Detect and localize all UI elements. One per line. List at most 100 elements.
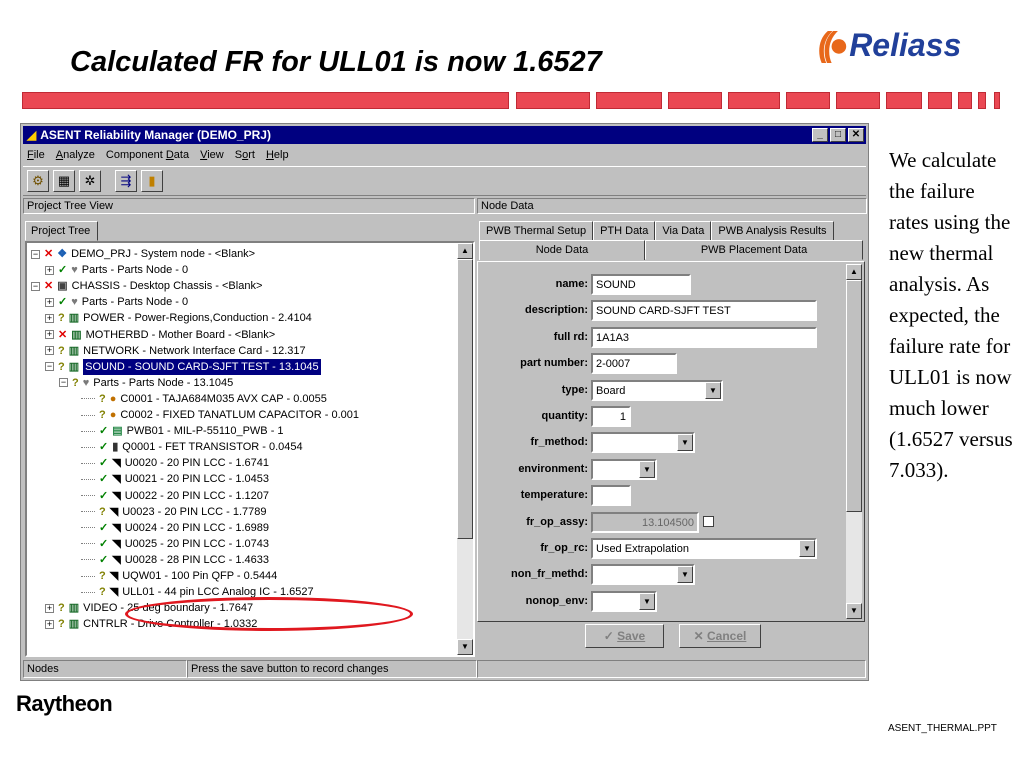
tree-row[interactable]: +? ▥ NETWORK - Network Interface Card - 12… <box>45 343 306 359</box>
dropdown-arrow-icon[interactable]: ▼ <box>677 566 693 584</box>
name-field[interactable]: SOUND <box>591 274 691 295</box>
field-label: part number: <box>520 357 588 370</box>
tree-row[interactable]: ✓ ◥ U0020 - 20 PIN LCC - 1.6741 <box>81 455 269 471</box>
tree-row[interactable]: + ✕ ▥ MOTHERBD - Mother Board - <Blank> <box>45 327 275 343</box>
tree-row[interactable]: + ✓ ♥ Parts - Parts Node - 0 <box>45 262 188 278</box>
report-icon[interactable]: ⇶ <box>115 170 137 192</box>
form-scroll-thumb[interactable] <box>846 280 862 512</box>
bottom-tab-row: Node Data PWB Placement Data <box>479 240 863 260</box>
tab-pwb-thermal-setup[interactable]: PWB Thermal Setup <box>479 221 594 241</box>
gear-icon[interactable]: ✲ <box>79 170 101 192</box>
close-button[interactable]: ✕ <box>848 128 864 142</box>
tree-row[interactable]: − ✕ ▣ CHASSIS - Desktop Chassis - <Blank> <box>31 278 262 294</box>
tree-row[interactable]: ✓ ◥ U0024 - 20 PIN LCC - 1.6989 <box>81 520 269 536</box>
tab-project-tree[interactable]: Project Tree <box>25 221 98 241</box>
tree-connector <box>81 591 95 593</box>
fr-method-field[interactable]: ▼ <box>591 432 695 454</box>
quantity-field[interactable]: 1 <box>591 406 631 427</box>
menu-analyze[interactable]: Analyze <box>56 149 95 161</box>
part-number-field[interactable]: 2-0007 <box>591 353 677 375</box>
minimize-button[interactable]: _ <box>812 128 828 142</box>
window-titlebar[interactable]: ◢ ASENT Reliability Manager (DEMO_PRJ) _… <box>23 126 866 144</box>
collapse-icon[interactable]: − <box>31 249 40 259</box>
scroll-thumb[interactable] <box>457 259 473 539</box>
full-rd-field[interactable]: 1A1A3 <box>591 326 817 348</box>
parts-icon[interactable]: ⚙ <box>27 170 49 192</box>
tree-connector <box>81 414 95 416</box>
tree-row[interactable]: ✓ ▤ PWB01 - MIL-P-55110_PWB - 1 <box>81 423 284 439</box>
tree-row[interactable]: +? ▥ POWER - Power-Regions,Conduction - 2.… <box>45 310 312 326</box>
form-scrollbar[interactable]: ▲ ▼ <box>846 264 862 619</box>
menu-component-data[interactable]: Component Data <box>106 149 189 161</box>
tree-row[interactable]: ✓ ▮ Q0001 - FET TRANSISTOR - 0.0454 <box>81 439 303 455</box>
tree-row[interactable]: − ✕ ❖ DEMO_PRJ - System node - <Blank> <box>31 246 255 262</box>
tree-scrollbar[interactable]: ▲ ▼ <box>457 243 473 655</box>
tree-row[interactable]: ✓ ◥ U0021 - 20 PIN LCC - 1.0453 <box>81 471 269 487</box>
maximize-button[interactable]: □ <box>830 128 846 142</box>
collapse-icon[interactable]: − <box>59 378 68 388</box>
tree-row-label: PWB01 - MIL-P-55110_PWB - 1 <box>126 425 284 438</box>
dropdown-arrow-icon[interactable]: ▼ <box>799 540 815 557</box>
tree-connector <box>81 543 95 545</box>
menu-file[interactable]: File <box>27 149 45 161</box>
expand-icon[interactable]: + <box>45 313 54 323</box>
project-tree[interactable]: − ✕ ❖ DEMO_PRJ - System node - <Blank> + ✓ ♥ Pa… <box>25 241 475 657</box>
cancel-button[interactable]: ✕ Cancel <box>679 624 761 648</box>
non-fr-methd-field[interactable]: ▼ <box>591 564 695 586</box>
scroll-up-button[interactable]: ▲ <box>457 243 473 259</box>
tree-row[interactable]: ? ● C0002 - FIXED TANATLUM CAPACITOR - 0.0… <box>81 407 359 423</box>
expand-icon[interactable]: + <box>45 603 54 613</box>
dropdown-arrow-icon[interactable]: ▼ <box>639 592 655 610</box>
status-bar: Nodes Press the save button to record ch… <box>23 660 866 678</box>
tab-pwb-analysis-results[interactable]: PWB Analysis Results <box>711 221 834 241</box>
calculator-icon[interactable]: ▦ <box>53 170 75 192</box>
fr-op-rc-field[interactable]: Used Extrapolation ▼ <box>591 538 817 559</box>
tree-row[interactable]: −? ♥ Parts - Parts Node - 13.1045 <box>59 375 233 391</box>
save-button[interactable]: ✓ Save <box>585 624 664 648</box>
temperature-field[interactable] <box>591 485 631 507</box>
type-field[interactable]: Board ▼ <box>591 379 723 401</box>
dropdown-arrow-icon[interactable]: ▼ <box>705 381 721 399</box>
environment-field[interactable]: ▼ <box>591 458 657 480</box>
menu-sort[interactable]: Sort <box>235 149 255 161</box>
menu-view[interactable]: View <box>200 149 224 161</box>
tree-row[interactable]: ✓ ◥ U0022 - 20 PIN LCC - 1.1207 <box>81 488 269 504</box>
expand-icon[interactable]: + <box>45 265 54 275</box>
form-scroll-up-button[interactable]: ▲ <box>846 264 862 280</box>
tree-row[interactable]: ? ◥ UQW01 - 100 Pin QFP - 0.5444 <box>81 568 277 584</box>
scroll-down-button[interactable]: ▼ <box>457 639 473 655</box>
tab-via-data[interactable]: Via Data <box>655 221 712 241</box>
expand-icon[interactable]: + <box>45 619 54 629</box>
tab-pwb-placement-data[interactable]: PWB Placement Data <box>645 240 863 260</box>
tree-row[interactable]: ✓ ◥ U0028 - 28 PIN LCC - 1.4633 <box>81 552 269 568</box>
nonop-env-field[interactable]: ▼ <box>591 590 657 612</box>
field-label: fr_method: <box>530 436 588 449</box>
tree-row-label: U0025 - 20 PIN LCC - 1.0743 <box>124 537 269 550</box>
tab-pth-data[interactable]: PTH Data <box>593 221 656 241</box>
save-label: Save <box>617 629 646 643</box>
circuit-board-icon: ▥ <box>71 328 82 341</box>
collapse-icon[interactable]: − <box>45 362 54 372</box>
checkmark-icon: ✓ <box>99 553 109 566</box>
expand-icon[interactable]: + <box>45 297 54 307</box>
tree-row-label: Parts - Parts Node - 13.1045 <box>93 376 234 389</box>
tree-row-label: C0001 - TAJA684M035 AVX CAP - 0.0055 <box>120 392 327 405</box>
description-field[interactable]: SOUND CARD-SJFT TEST <box>591 300 817 322</box>
tree-row[interactable]: ? ● C0001 - TAJA684M035 AVX CAP - 0.0055 <box>81 391 327 407</box>
dropdown-arrow-icon[interactable]: ▼ <box>677 434 693 452</box>
collapse-icon[interactable]: − <box>31 281 40 291</box>
tree-row[interactable]: ✓ ◥ U0025 - 20 PIN LCC - 1.0743 <box>81 536 269 552</box>
menu-help[interactable]: Help <box>266 149 289 161</box>
tree-row[interactable]: + ✓ ♥ Parts - Parts Node - 0 <box>45 294 188 310</box>
tab-node-data[interactable]: Node Data <box>479 240 645 260</box>
fr-op-assy-checkbox[interactable] <box>703 515 714 527</box>
chip-icon: ◥ <box>112 537 121 550</box>
expand-icon[interactable]: + <box>45 346 54 356</box>
exit-icon[interactable]: ▮ <box>141 170 163 192</box>
tree-row[interactable]: ? ◥ U0023 - 20 PIN LCC - 1.7789 <box>81 504 267 520</box>
dropdown-arrow-icon[interactable]: ▼ <box>639 460 655 478</box>
tree-row[interactable]: −? ▥ SOUND - SOUND CARD-SJFT TEST - 13.104… <box>45 358 321 375</box>
form-scroll-down-button[interactable]: ▼ <box>846 603 862 619</box>
expand-icon[interactable]: + <box>45 330 54 339</box>
tree-connector <box>81 559 95 561</box>
